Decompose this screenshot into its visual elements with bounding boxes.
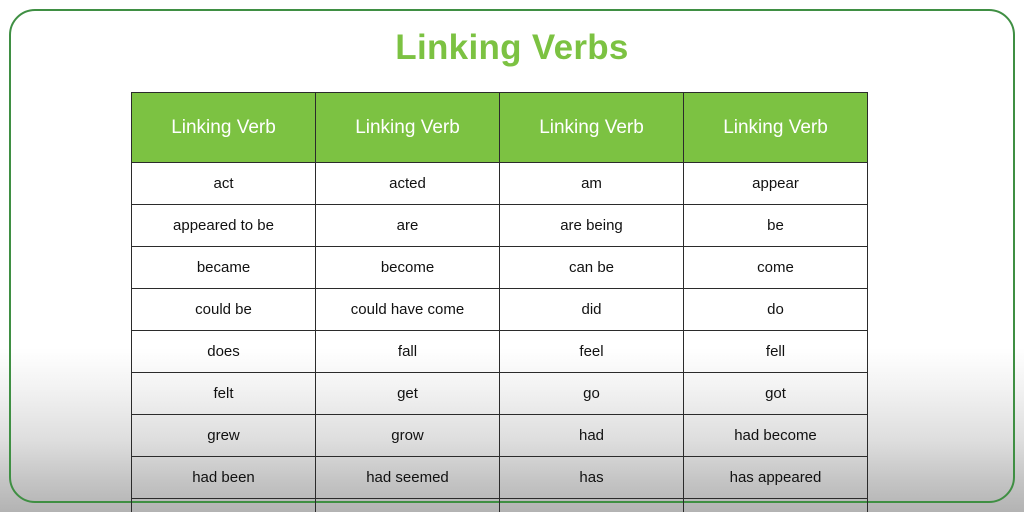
table-cell: feel [499, 330, 684, 373]
table-cell: could have come [315, 288, 500, 331]
table-cell: did [499, 288, 684, 331]
table-row: act acted am appear [131, 162, 868, 205]
slide-page: Linking Verbs Linking Verb Linking Verb … [0, 0, 1024, 512]
table-cell: had been [131, 456, 316, 499]
table-cell [315, 498, 500, 512]
column-header-4: Linking Verb [683, 92, 868, 163]
table-row: could be could have come did do [131, 288, 868, 331]
table-cell: had become [683, 414, 868, 457]
table-cell: fell [683, 330, 868, 373]
table-cell [131, 498, 316, 512]
table-header: Linking Verb Linking Verb Linking Verb L… [131, 92, 868, 163]
table-cell: had [499, 414, 684, 457]
table-cell: go [499, 372, 684, 415]
table-cell [499, 498, 684, 512]
page-title: Linking Verbs [395, 28, 629, 67]
table-cell: become [315, 246, 500, 289]
table-cell: got [683, 372, 868, 415]
column-header-1: Linking Verb [131, 92, 316, 163]
table-cell: get [315, 372, 500, 415]
table-row: appeared to be are are being be [131, 204, 868, 247]
table-cell: felt [131, 372, 316, 415]
table-header-row: Linking Verb Linking Verb Linking Verb L… [131, 92, 868, 163]
table-cell: can be [499, 246, 684, 289]
table-row: felt get go got [131, 372, 868, 415]
table-cell: grew [131, 414, 316, 457]
table-row-clipped [131, 498, 868, 512]
column-header-3: Linking Verb [499, 92, 684, 163]
linking-verbs-table: Linking Verb Linking Verb Linking Verb L… [131, 92, 868, 512]
table-cell: does [131, 330, 316, 373]
table-row: became become can be come [131, 246, 868, 289]
table-cell: are being [499, 204, 684, 247]
column-header-2: Linking Verb [315, 92, 500, 163]
table-row: does fall feel fell [131, 330, 868, 373]
table-cell: are [315, 204, 500, 247]
table-cell: appeared to be [131, 204, 316, 247]
table-cell: could be [131, 288, 316, 331]
table-row: had been had seemed has has appeared [131, 456, 868, 499]
table-cell: be [683, 204, 868, 247]
table-cell [683, 498, 868, 512]
table-cell: has [499, 456, 684, 499]
table-cell: am [499, 162, 684, 205]
table-cell: come [683, 246, 868, 289]
table-cell: had seemed [315, 456, 500, 499]
table-cell: became [131, 246, 316, 289]
table-cell: act [131, 162, 316, 205]
linking-verbs-table-container: Linking Verb Linking Verb Linking Verb L… [131, 92, 868, 512]
table-cell: has appeared [683, 456, 868, 499]
table-body: act acted am appear appeared to be are a… [131, 162, 868, 512]
table-cell: appear [683, 162, 868, 205]
table-row: grew grow had had become [131, 414, 868, 457]
table-cell: do [683, 288, 868, 331]
table-cell: fall [315, 330, 500, 373]
table-cell: acted [315, 162, 500, 205]
table-cell: grow [315, 414, 500, 457]
